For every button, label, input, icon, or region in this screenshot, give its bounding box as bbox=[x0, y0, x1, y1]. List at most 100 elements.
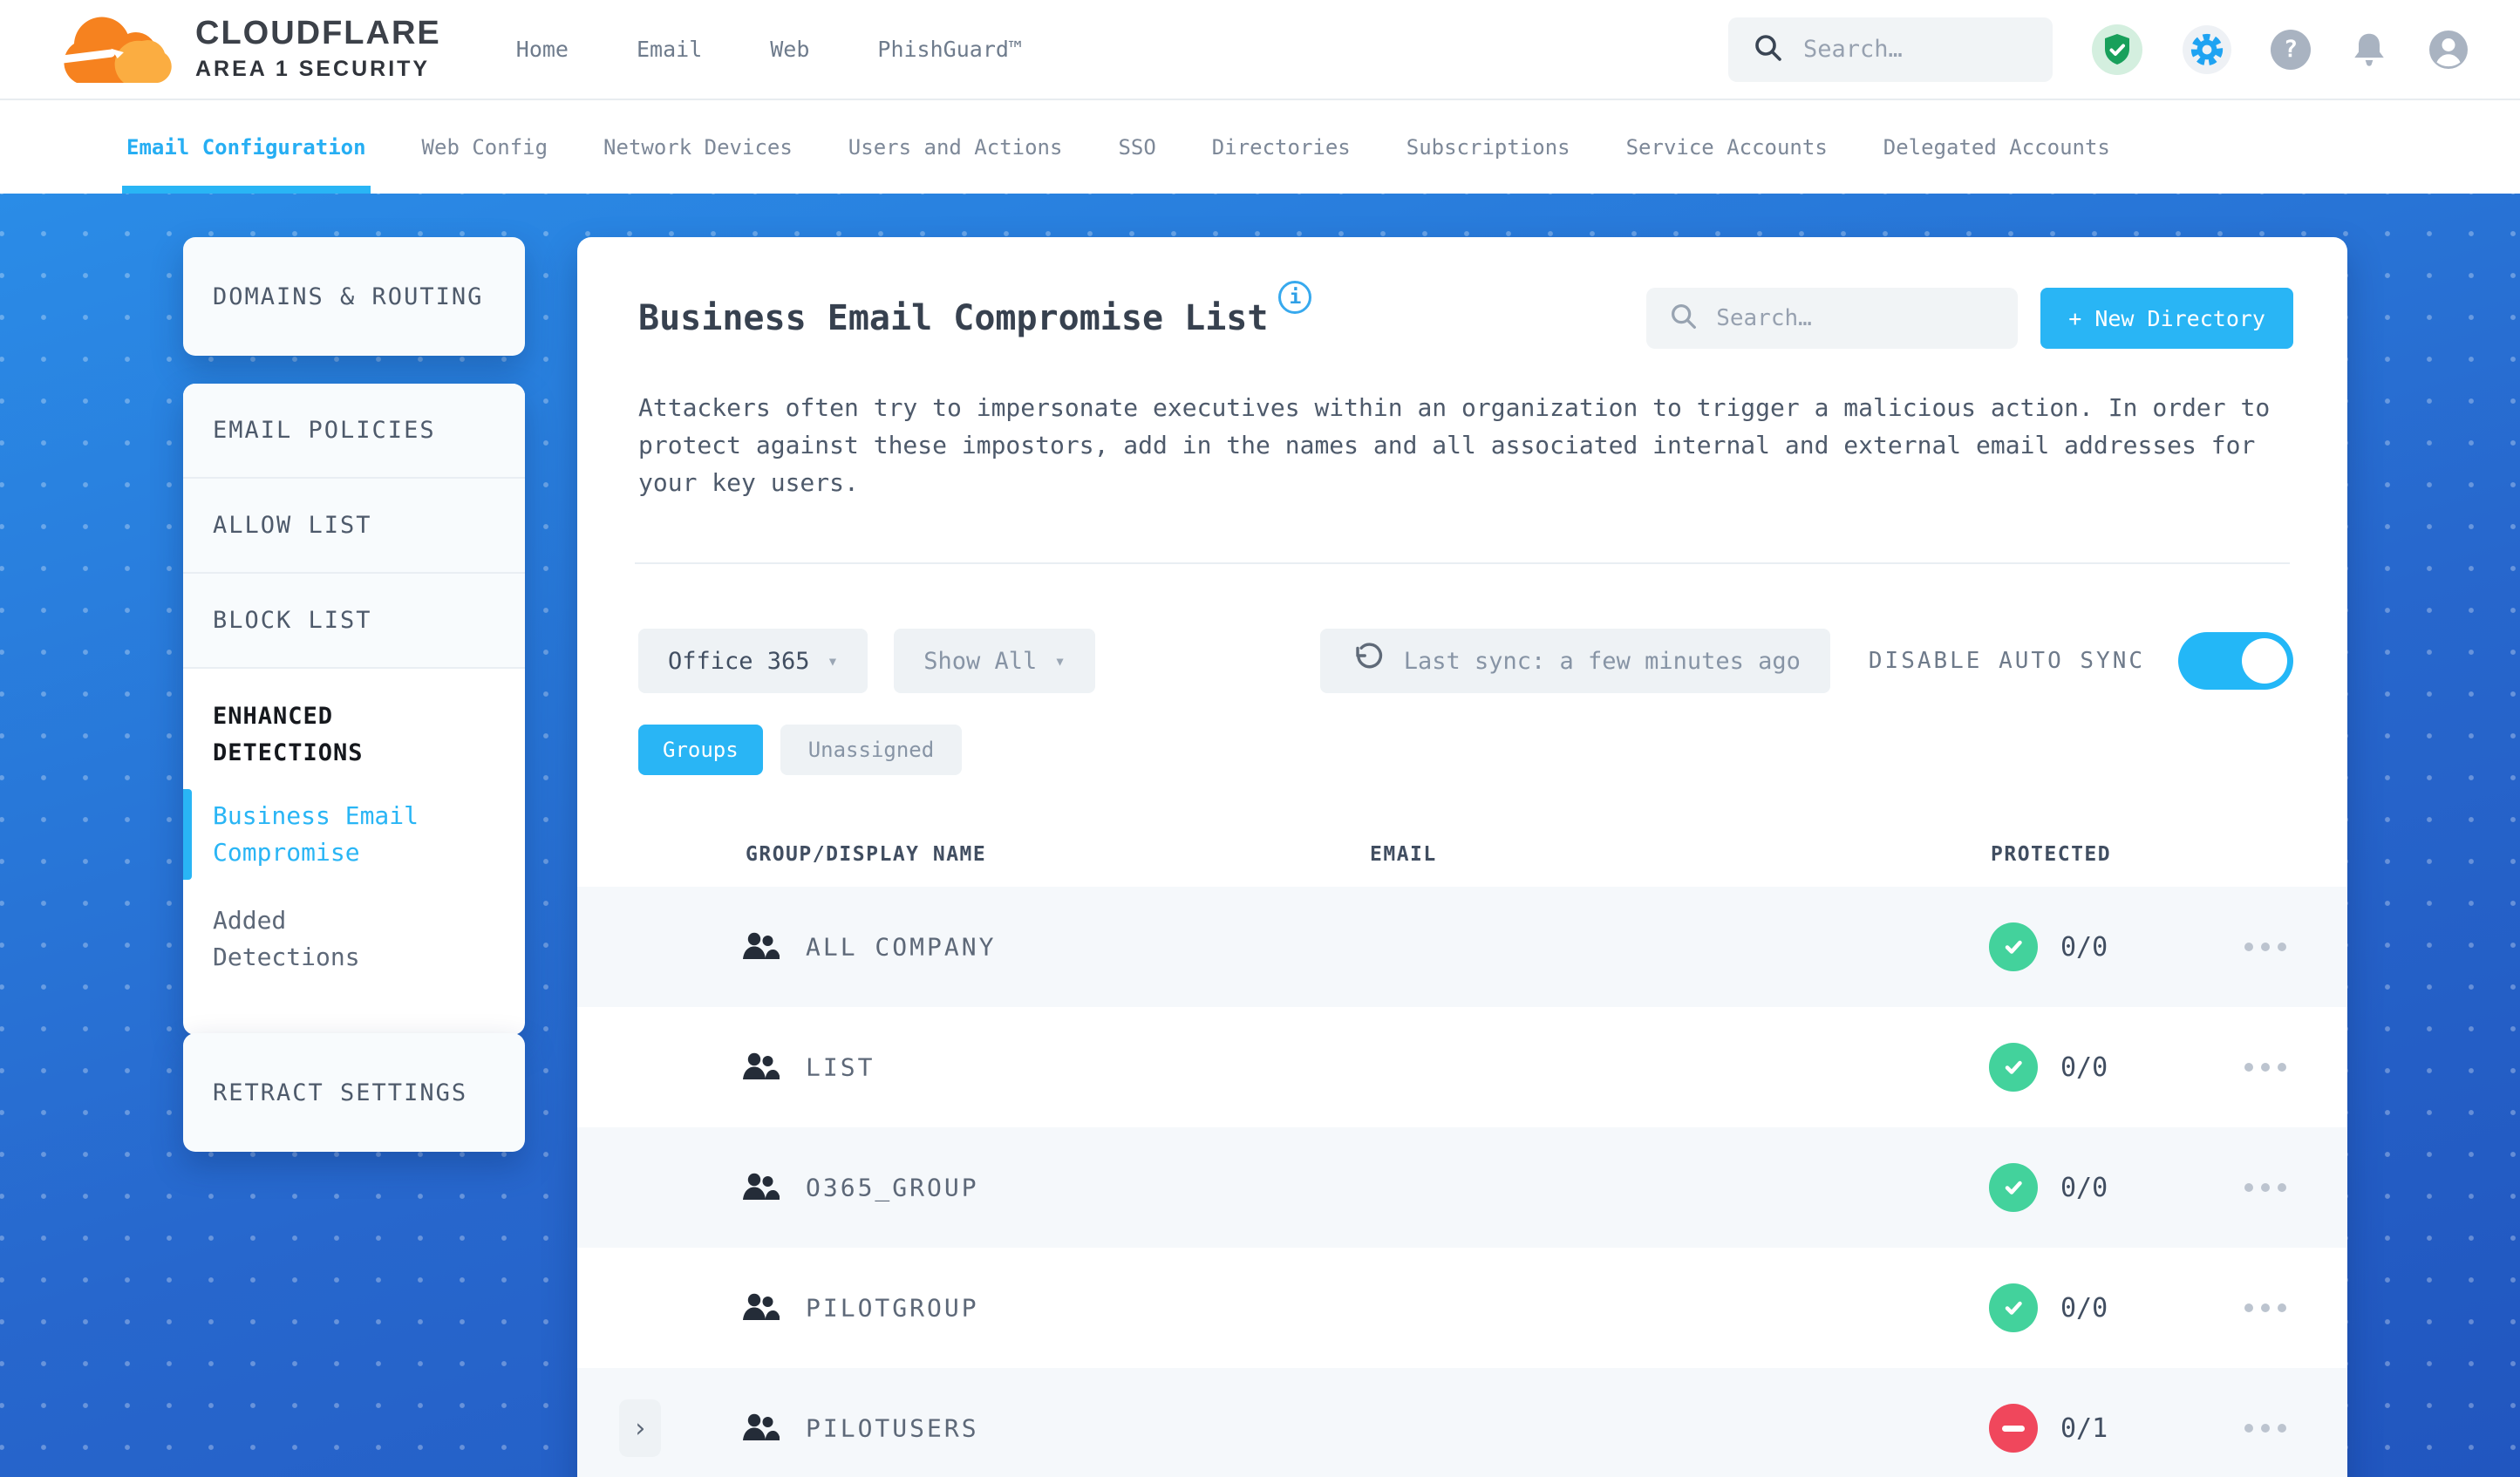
group-name: ALL COMPANY bbox=[806, 932, 997, 962]
sidebar-item-label: BLOCK LIST bbox=[213, 607, 372, 634]
top-nav: Home Email Web PhishGuard™ bbox=[516, 37, 1022, 62]
table-header: GROUP/DISPLAY NAME EMAIL PROTECTED bbox=[577, 843, 2347, 887]
row-actions-menu[interactable] bbox=[2241, 1052, 2290, 1082]
search-icon bbox=[1751, 31, 1786, 69]
tab-service-accounts[interactable]: Service Accounts bbox=[1626, 100, 1828, 194]
table-row-o365-group[interactable]: O365_GROUP 0/0 bbox=[577, 1127, 2347, 1249]
tab-unassigned[interactable]: Unassigned bbox=[780, 725, 963, 776]
panel-header: Business Email Compromise List i + New D… bbox=[577, 237, 2347, 349]
sidebar-item-retract-settings[interactable]: RETRACT SETTINGS bbox=[213, 1079, 467, 1106]
protected-cell: 0/0 bbox=[1989, 1163, 2108, 1213]
protected-count: 0/0 bbox=[2060, 931, 2108, 963]
group-icon bbox=[741, 1052, 780, 1083]
protected-count: 0/0 bbox=[2060, 1292, 2108, 1324]
chevron-down-icon: ▾ bbox=[827, 650, 839, 672]
search-icon bbox=[1667, 300, 1700, 337]
notifications-button[interactable] bbox=[2349, 29, 2389, 71]
column-email: EMAIL bbox=[1370, 843, 1437, 867]
sidebar-item-email-policies[interactable]: EMAIL POLICIES bbox=[183, 384, 525, 479]
auto-sync-toggle[interactable] bbox=[2178, 632, 2293, 691]
protected-ok-icon bbox=[1989, 1163, 2038, 1213]
security-status-button[interactable] bbox=[2091, 24, 2143, 76]
tab-sso[interactable]: SSO bbox=[1118, 100, 1155, 194]
topnav-web[interactable]: Web bbox=[770, 37, 809, 62]
sidebar-item-block-list[interactable]: BLOCK LIST bbox=[183, 574, 525, 669]
group-name: O365_GROUP bbox=[806, 1173, 979, 1202]
app-window: CLOUDFLARE AREA 1 SECURITY Home Email We… bbox=[0, 0, 2520, 1477]
sidebar-item-label: ALLOW LIST bbox=[213, 512, 372, 539]
auto-sync-label: DISABLE AUTO SYNC bbox=[1868, 648, 2145, 675]
page-title: Business Email Compromise List bbox=[638, 298, 1269, 338]
tab-network-devices[interactable]: Network Devices bbox=[603, 100, 793, 194]
row-actions-menu[interactable] bbox=[2241, 1173, 2290, 1202]
tab-subscriptions[interactable]: Subscriptions bbox=[1406, 100, 1570, 194]
sidebar-item-added-detections[interactable]: Added Detections bbox=[213, 902, 431, 976]
topnav-email[interactable]: Email bbox=[637, 37, 702, 62]
protected-count: 0/0 bbox=[2060, 1052, 2108, 1083]
top-header: CLOUDFLARE AREA 1 SECURITY Home Email We… bbox=[0, 0, 2520, 99]
user-icon bbox=[2429, 30, 2468, 69]
global-search-input[interactable] bbox=[1803, 36, 2030, 63]
tab-users-and-actions[interactable]: Users and Actions bbox=[848, 100, 1063, 194]
sidebar-card-domains-routing[interactable]: DOMAINS & ROUTING bbox=[183, 237, 525, 356]
global-search[interactable] bbox=[1728, 17, 2053, 82]
tab-web-config[interactable]: Web Config bbox=[422, 100, 548, 194]
tab-delegated-accounts[interactable]: Delegated Accounts bbox=[1883, 100, 2110, 194]
row-actions-menu[interactable] bbox=[2241, 932, 2290, 962]
settings-button[interactable] bbox=[2182, 24, 2232, 75]
tab-directories[interactable]: Directories bbox=[1212, 100, 1351, 194]
bell-icon bbox=[2354, 33, 2384, 66]
last-sync-button[interactable]: Last sync: a few minutes ago bbox=[1319, 629, 1830, 694]
row-actions-menu[interactable] bbox=[2241, 1293, 2290, 1323]
sidebar-item-allow-list[interactable]: ALLOW LIST bbox=[183, 479, 525, 574]
gear-icon bbox=[2183, 24, 2231, 74]
table-row-pilotusers[interactable]: › PILOTUSERS 0/1 bbox=[577, 1368, 2347, 1477]
group-name: PILOTGROUP bbox=[806, 1293, 979, 1323]
group-icon bbox=[741, 931, 780, 963]
column-group-display-name: GROUP/DISPLAY NAME bbox=[746, 843, 987, 867]
table-row-pilotgroup[interactable]: PILOTGROUP 0/0 bbox=[577, 1248, 2347, 1368]
bec-panel: Business Email Compromise List i + New D… bbox=[577, 237, 2347, 1477]
new-directory-button[interactable]: + New Directory bbox=[2040, 288, 2293, 349]
list-search-input[interactable] bbox=[1716, 305, 1998, 331]
protected-ok-icon bbox=[1989, 1043, 2038, 1092]
expand-row-button[interactable]: › bbox=[619, 1399, 661, 1458]
account-button[interactable] bbox=[2428, 29, 2469, 71]
help-button[interactable]: ? bbox=[2271, 29, 2311, 70]
protected-cell: 0/0 bbox=[1989, 1043, 2108, 1092]
row-actions-menu[interactable] bbox=[2241, 1413, 2290, 1443]
question-icon: ? bbox=[2271, 29, 2311, 70]
directory-select[interactable]: Office 365 ▾ bbox=[638, 629, 868, 694]
protected-count: 0/0 bbox=[2060, 1172, 2108, 1203]
topnav-phishguard[interactable]: PhishGuard™ bbox=[877, 37, 1022, 62]
table-row-list[interactable]: LIST 0/0 bbox=[577, 1007, 2347, 1127]
group-icon bbox=[741, 1172, 780, 1203]
cloudflare-cloud-icon bbox=[51, 10, 181, 90]
protected-cell: 0/0 bbox=[1989, 922, 2108, 972]
table-row-all-company[interactable]: ALL COMPANY 0/0 bbox=[577, 887, 2347, 1008]
header-actions: ? bbox=[1728, 17, 2469, 82]
group-name: LIST bbox=[806, 1052, 875, 1082]
sidebar-item-business-email-compromise[interactable]: Business Email Compromise bbox=[183, 788, 431, 880]
cloudflare-logo[interactable]: CLOUDFLARE AREA 1 SECURITY bbox=[51, 10, 441, 90]
sidebar-section-enhanced-detections: ENHANCED DETECTIONS Business Email Compr… bbox=[183, 669, 525, 1012]
list-search[interactable] bbox=[1646, 288, 2019, 349]
sidebar-card-retract-settings[interactable]: RETRACT SETTINGS bbox=[183, 1033, 525, 1152]
view-tabs: Groups Unassigned bbox=[638, 725, 2347, 776]
group-icon bbox=[741, 1412, 780, 1444]
show-filter-select[interactable]: Show All ▾ bbox=[894, 629, 1095, 694]
sidebar-card-policies: EMAIL POLICIES ALLOW LIST BLOCK LIST ENH… bbox=[183, 384, 525, 1035]
sidebar-item-domains-routing[interactable]: DOMAINS & ROUTING bbox=[213, 283, 483, 310]
protected-cell: 0/1 bbox=[1989, 1404, 2108, 1453]
brand-subtitle: AREA 1 SECURITY bbox=[195, 57, 431, 81]
chevron-down-icon: ▾ bbox=[1054, 650, 1066, 672]
protected-cell: 0/0 bbox=[1989, 1283, 2108, 1333]
tab-email-configuration[interactable]: Email Configuration bbox=[122, 100, 371, 194]
divider bbox=[635, 562, 2290, 565]
group-icon bbox=[741, 1292, 780, 1324]
topnav-home[interactable]: Home bbox=[516, 37, 569, 62]
sidebar-item-label: EMAIL POLICIES bbox=[213, 417, 436, 444]
info-icon[interactable]: i bbox=[1278, 281, 1312, 314]
tab-groups[interactable]: Groups bbox=[638, 725, 763, 776]
sync-history-icon bbox=[1350, 641, 1385, 682]
